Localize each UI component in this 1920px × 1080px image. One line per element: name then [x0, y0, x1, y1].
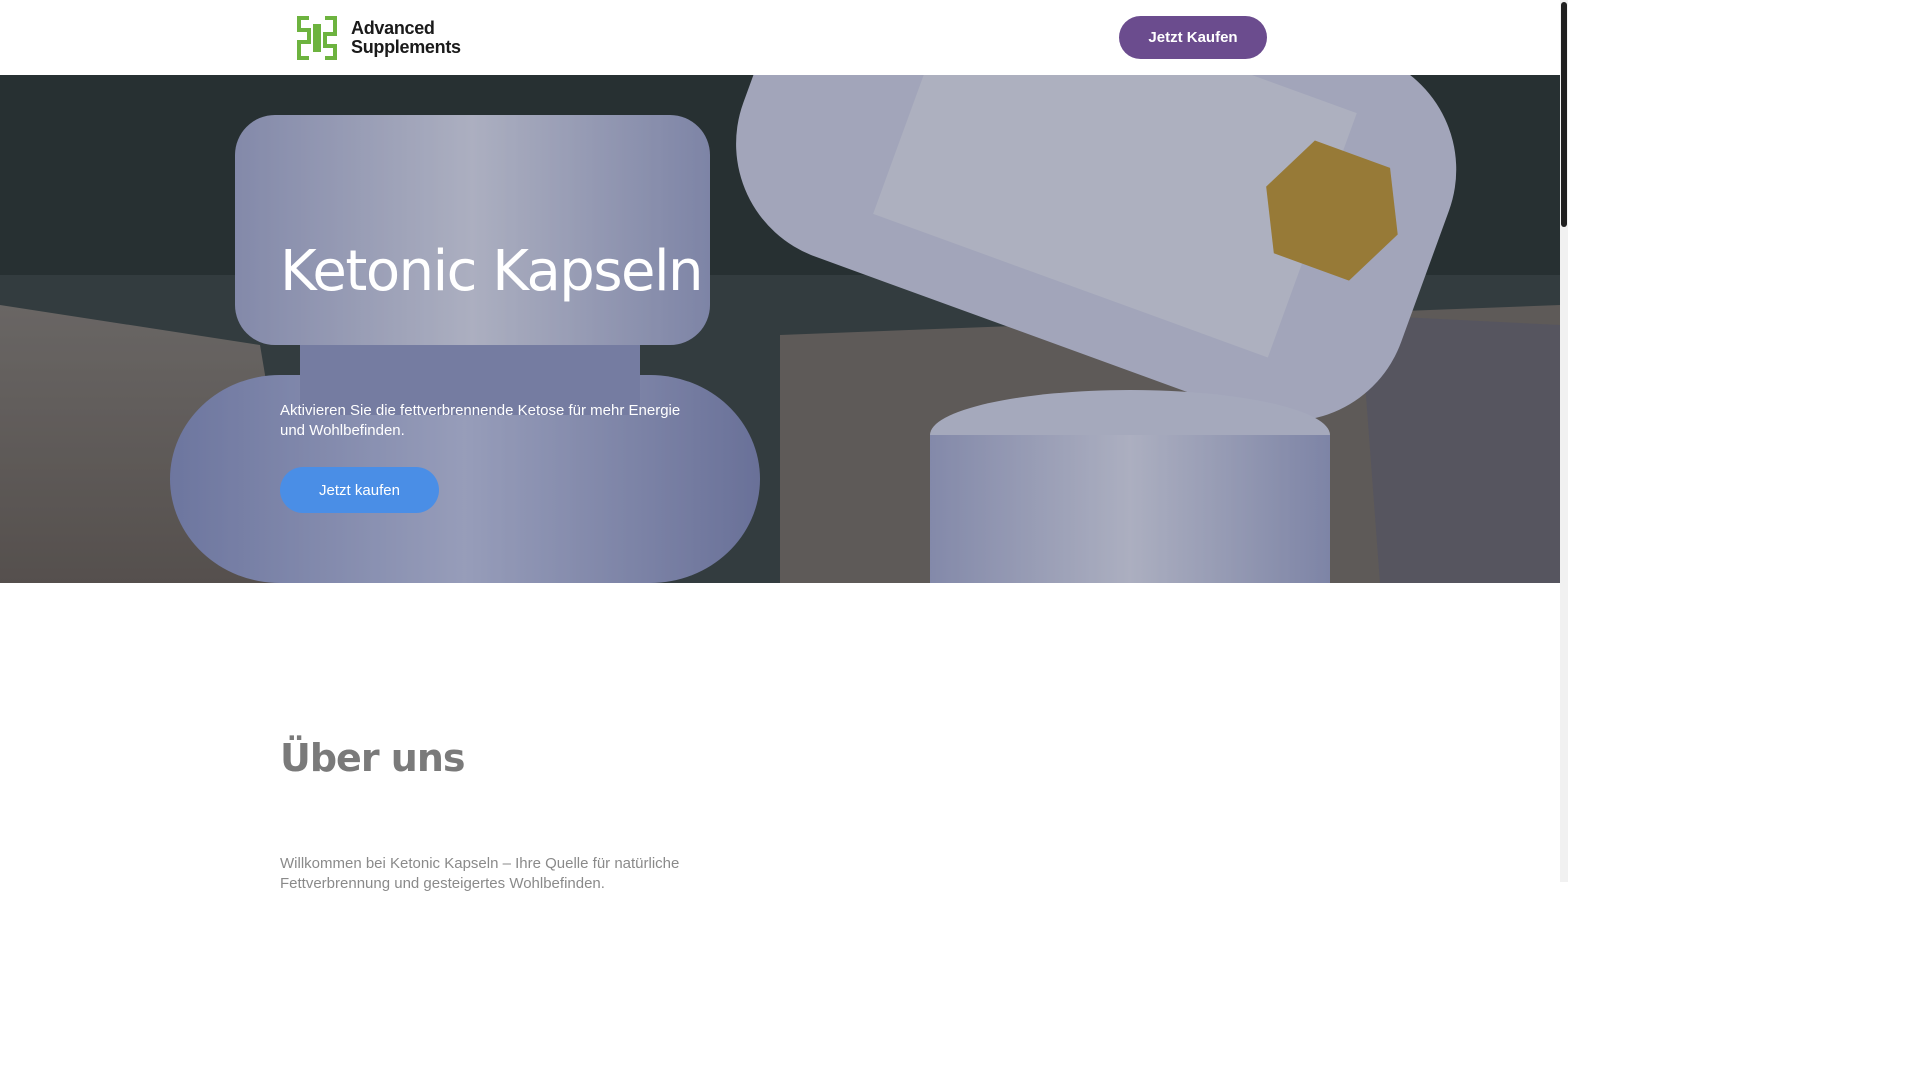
about-title: Über uns [280, 736, 466, 780]
site-header: Advanced Supplements Jetzt Kaufen [0, 0, 1560, 75]
logo-wordmark: Advanced Supplements [351, 19, 461, 57]
about-text: Willkommen bei Ketonic Kapseln – Ihre Qu… [280, 855, 680, 892]
page-scrollbar[interactable] [1560, 0, 1568, 882]
hero-subtitle: Aktivieren Sie die fettverbrennende Keto… [280, 402, 681, 439]
logo-mark-icon [297, 16, 337, 60]
header-buy-button[interactable]: Jetzt Kaufen [1119, 16, 1267, 59]
logo-line-1: Advanced [351, 18, 435, 38]
hero-section: Ketonic Kapseln Aktivieren Sie die fettv… [0, 75, 1560, 583]
site-logo[interactable]: Advanced Supplements [295, 15, 461, 61]
hero-buy-button[interactable]: Jetzt kaufen [280, 467, 439, 513]
hero-overlay [0, 75, 1560, 583]
scrollbar-thumb[interactable] [1561, 2, 1567, 227]
logo-line-2: Supplements [351, 37, 461, 57]
hero-title: Ketonic Kapseln [280, 239, 704, 304]
